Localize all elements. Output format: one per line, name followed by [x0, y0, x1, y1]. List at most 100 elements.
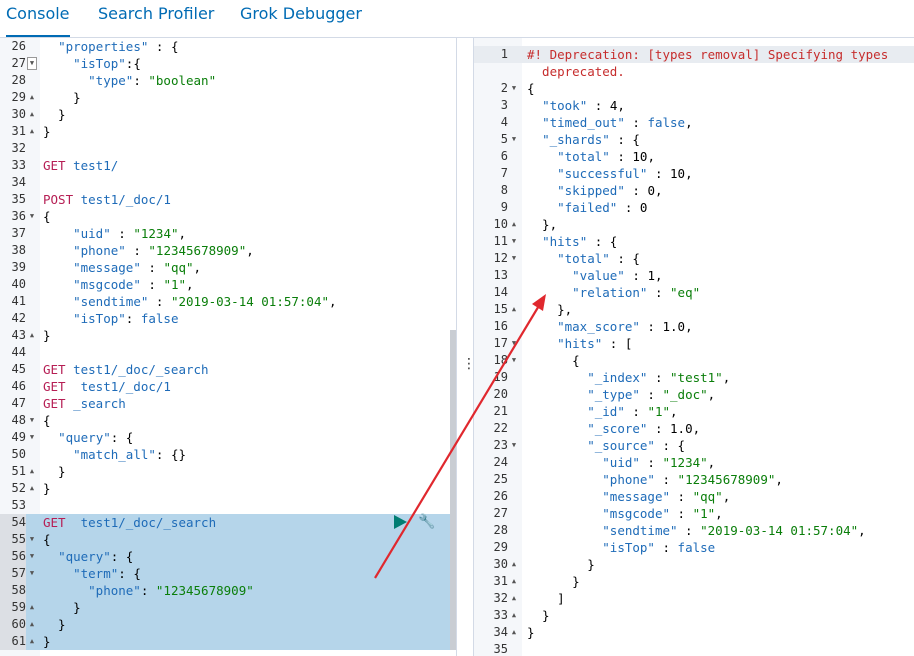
code-text: "uid" : "1234",: [73, 226, 187, 241]
editor-line[interactable]: 49 ▼ "query": {: [0, 429, 456, 446]
editor-line[interactable]: 54 GET test1/_doc/_search: [0, 514, 456, 531]
fold-down-icon[interactable]: ▼: [27, 57, 37, 70]
editor-line[interactable]: 34: [0, 174, 456, 191]
line-number: 7: [500, 166, 508, 180]
editor-line[interactable]: 58 "phone": "12345678909": [0, 582, 456, 599]
editor-line[interactable]: 59 ▲ }: [0, 599, 456, 616]
editor-line[interactable]: 51 ▲ }: [0, 463, 456, 480]
editor-line[interactable]: 37 "uid" : "1234",: [0, 225, 456, 242]
editor-line[interactable]: 55 ▼ {: [0, 531, 456, 548]
line-number: 16: [493, 319, 508, 333]
fold-down-icon[interactable]: ▼: [27, 565, 37, 582]
line-number: 36: [11, 209, 26, 223]
editor-line[interactable]: 31 ▲}: [0, 123, 456, 140]
line-number: 23: [493, 438, 508, 452]
fold-up-icon[interactable]: ▲: [509, 301, 519, 318]
editor-line[interactable]: 33 GET test1/: [0, 157, 456, 174]
editor-line[interactable]: 53: [0, 497, 456, 514]
code-text: GET test1/_doc/1: [43, 379, 171, 394]
editor-line[interactable]: 40 "msgcode" : "1",: [0, 276, 456, 293]
tab-console[interactable]: Console: [6, 0, 70, 37]
fold-up-icon[interactable]: ▲: [27, 599, 37, 616]
fold-up-icon[interactable]: ▲: [27, 327, 37, 344]
line-number: 34: [11, 175, 26, 189]
line-number: 57: [0, 565, 26, 582]
fold-down-icon[interactable]: ▼: [27, 531, 37, 548]
output-line: 25 "phone" : "12345678909",: [474, 471, 914, 488]
output-line: 14 "relation" : "eq": [474, 284, 914, 301]
editor-line[interactable]: 47 GET _search: [0, 395, 456, 412]
line-number: 35: [11, 192, 26, 206]
editor-line[interactable]: 29 ▲ }: [0, 89, 456, 106]
request-editor[interactable]: 26 "properties" : {27 ▼ "isTop":{28 "type…: [0, 38, 456, 656]
fold-up-icon[interactable]: ▲: [509, 556, 519, 573]
fold-down-icon[interactable]: ▼: [27, 208, 37, 225]
editor-line[interactable]: 48 ▼ {: [0, 412, 456, 429]
tab-search-profiler[interactable]: Search Profiler: [98, 0, 214, 37]
line-number: 56: [0, 548, 26, 565]
editor-line[interactable]: 36 ▼ {: [0, 208, 456, 225]
fold-down-icon[interactable]: ▼: [509, 352, 519, 369]
line-number: 2: [500, 81, 508, 95]
fold-up-icon[interactable]: ▲: [509, 607, 519, 624]
fold-up-icon[interactable]: ▲: [27, 463, 37, 480]
code-text: },: [527, 217, 558, 232]
output-line: 24 "uid" : "1234",: [474, 454, 914, 471]
fold-down-icon[interactable]: ▼: [27, 429, 37, 446]
editor-line[interactable]: 42 "isTop": false: [0, 310, 456, 327]
editor-line[interactable]: 52 ▲}: [0, 480, 456, 497]
editor-line[interactable]: 57 ▼ "term": {: [0, 565, 456, 582]
fold-down-icon[interactable]: ▼: [27, 548, 37, 565]
wrench-icon[interactable]: 🔧: [418, 514, 436, 532]
fold-down-icon[interactable]: ▼: [509, 335, 519, 352]
editor-line[interactable]: 41 "sendtime" : "2019-03-14 01:57:04",: [0, 293, 456, 310]
code-text: "msgcode" : "1",: [73, 277, 194, 292]
line-number: 19: [493, 370, 508, 384]
output-line: 21 "_id" : "1",: [474, 403, 914, 420]
editor-line[interactable]: 32: [0, 140, 456, 157]
editor-line[interactable]: 44: [0, 344, 456, 361]
output-line: 10 ▲ },: [474, 216, 914, 233]
editor-line[interactable]: 50 "match_all": {}: [0, 446, 456, 463]
fold-up-icon[interactable]: ▲: [27, 480, 37, 497]
fold-up-icon[interactable]: ▲: [509, 573, 519, 590]
editor-line[interactable]: 30 ▲ }: [0, 106, 456, 123]
fold-up-icon[interactable]: ▲: [27, 123, 37, 140]
pane-resizer[interactable]: ⋮: [456, 38, 476, 656]
fold-down-icon[interactable]: ▼: [27, 412, 37, 429]
editor-line[interactable]: 56 ▼ "query": {: [0, 548, 456, 565]
line-number: 6: [500, 149, 508, 163]
editor-line[interactable]: 38 "phone" : "12345678909",: [0, 242, 456, 259]
tab-grok-debugger[interactable]: Grok Debugger: [240, 0, 362, 37]
line-number: 33: [11, 158, 26, 172]
fold-up-icon[interactable]: ▲: [27, 106, 37, 123]
editor-line[interactable]: 27 ▼ "isTop":{: [0, 55, 456, 72]
editor-scrollbar[interactable]: [450, 330, 456, 650]
fold-up-icon[interactable]: ▲: [27, 633, 37, 650]
fold-up-icon[interactable]: ▲: [509, 216, 519, 233]
editor-line[interactable]: 46 GET test1/_doc/1: [0, 378, 456, 395]
fold-up-icon[interactable]: ▲: [27, 616, 37, 633]
fold-down-icon[interactable]: ▼: [509, 437, 519, 454]
fold-down-icon[interactable]: ▼: [509, 80, 519, 97]
editor-line[interactable]: 45 GET test1/_doc/_search: [0, 361, 456, 378]
line-number: 12: [493, 251, 508, 265]
fold-up-icon[interactable]: ▲: [509, 590, 519, 607]
line-number: 37: [11, 226, 26, 240]
editor-line[interactable]: 60 ▲ }: [0, 616, 456, 633]
play-triangle-icon[interactable]: [394, 515, 407, 529]
editor-line[interactable]: 61 ▲}: [0, 633, 456, 650]
editor-line[interactable]: 28 "type": "boolean": [0, 72, 456, 89]
fold-down-icon[interactable]: ▼: [509, 233, 519, 250]
fold-up-icon[interactable]: ▲: [509, 624, 519, 641]
code-text: }: [43, 90, 81, 105]
output-line: 9 "failed" : 0: [474, 199, 914, 216]
output-line: 12 ▼ "total" : {: [474, 250, 914, 267]
fold-up-icon[interactable]: ▲: [27, 89, 37, 106]
fold-down-icon[interactable]: ▼: [509, 131, 519, 148]
editor-line[interactable]: 35 POST test1/_doc/1: [0, 191, 456, 208]
fold-down-icon[interactable]: ▼: [509, 250, 519, 267]
editor-line[interactable]: 39 "message" : "qq",: [0, 259, 456, 276]
editor-line[interactable]: 26 "properties" : {: [0, 38, 456, 55]
editor-line[interactable]: 43 ▲}: [0, 327, 456, 344]
